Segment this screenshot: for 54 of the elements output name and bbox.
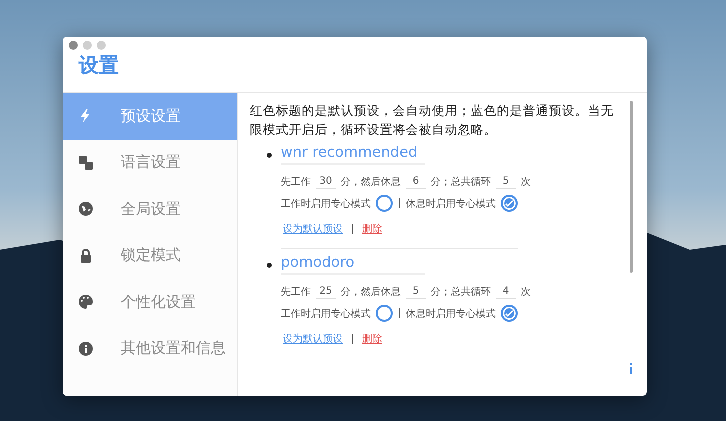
loops-unit: 次 (521, 286, 531, 299)
sidebar-item[interactable]: 个性化设置 (63, 279, 237, 326)
bullet-icon (267, 262, 272, 268)
window-control-dot[interactable] (69, 41, 78, 50)
rest-label: 分，然后休息 (341, 176, 401, 189)
preset-name-field[interactable]: wnr recommended (281, 145, 425, 165)
sidebar-item[interactable]: 锁定模式 (63, 232, 237, 279)
window-control-dot[interactable] (83, 41, 92, 50)
sidebar-item[interactable]: 语言设置 (63, 140, 237, 186)
loops-label: 分；总共循环 (431, 176, 491, 189)
bullet-icon (267, 152, 272, 158)
globe-icon (79, 202, 93, 216)
focus-rest-checkbox[interactable] (501, 195, 518, 212)
window-title: 设置 (79, 52, 120, 78)
focus-work-label: 工作时启用专心模式 (281, 308, 371, 320)
lock-icon (79, 248, 93, 263)
work-label: 先工作 (281, 286, 311, 299)
info-icon[interactable] (629, 363, 633, 374)
lightning-icon (79, 109, 93, 124)
scrollbar[interactable] (630, 101, 633, 273)
loops-field[interactable]: 4 (496, 285, 516, 299)
work-minutes-field[interactable]: 25 (316, 285, 336, 299)
set-default-link[interactable]: 设为默认预设 (283, 332, 343, 346)
work-minutes-field[interactable]: 30 (316, 175, 336, 189)
separator-text: | (351, 334, 354, 344)
focus-work-checkbox[interactable] (376, 305, 393, 322)
sidebar-item[interactable]: 预设设置 (63, 93, 237, 140)
sidebar-item[interactable]: 其他设置和信息 (63, 326, 237, 372)
focus-rest-label: 休息时启用专心模式 (406, 308, 496, 320)
sidebar-item[interactable]: 全局设置 (63, 186, 237, 232)
loops-field[interactable]: 5 (496, 175, 516, 189)
work-label: 先工作 (281, 176, 311, 189)
rest-minutes-field[interactable]: 5 (406, 285, 426, 299)
separator-text: | (398, 198, 402, 209)
intro-text: 红色标题的是默认预设，会自动使用；蓝色的是普通预设。当无限模式开启后，循环设置将会被自动忽略。 (250, 102, 615, 139)
focus-rest-checkbox[interactable] (501, 305, 518, 322)
separator-text: | (351, 224, 354, 234)
rest-minutes-field[interactable]: 6 (406, 175, 426, 189)
preset-name-field[interactable]: pomodoro (281, 255, 425, 275)
delete-link[interactable]: 删除 (362, 332, 382, 346)
rest-label: 分，然后休息 (341, 286, 401, 299)
delete-link[interactable]: 删除 (362, 222, 382, 236)
checkmark-icon (505, 199, 514, 208)
loops-unit: 次 (521, 176, 531, 189)
separator-text: | (398, 308, 402, 319)
info-icon (79, 342, 93, 356)
window-control-dot[interactable] (97, 41, 106, 50)
focus-work-checkbox[interactable] (376, 195, 393, 212)
set-default-link[interactable]: 设为默认预设 (283, 222, 343, 236)
focus-rest-label: 休息时启用专心模式 (406, 198, 496, 210)
palette-icon (79, 295, 93, 310)
loops-label: 分；总共循环 (431, 286, 491, 299)
checkmark-icon (505, 309, 514, 318)
focus-work-label: 工作时启用专心模式 (281, 198, 371, 210)
